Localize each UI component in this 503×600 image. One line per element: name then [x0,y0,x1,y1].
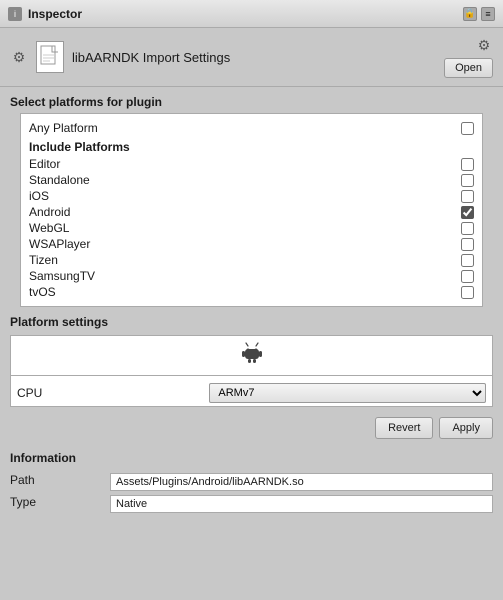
platform-settings-section: Platform settings CPU [0,307,503,411]
menu-icon[interactable]: ≡ [481,7,495,21]
any-platform-row: Any Platform [29,120,474,136]
path-value: Assets/Plugins/Android/libAARNDK.so [110,473,493,491]
cpu-row: CPU ARMv7 ARM64 x86 FAT (ARMv7 + x86) [11,380,492,406]
platform-label-samsungtv: SamsungTV [29,269,95,283]
gear-button[interactable]: ⚙ [10,48,28,66]
platform-label-webgl: WebGL [29,221,69,235]
platform-row-webgl: WebGL [29,220,474,236]
platform-label-wsaplayer: WSAPlayer [29,237,90,251]
platform-checkbox-ios[interactable] [461,190,474,203]
platform-row-wsaplayer: WSAPlayer [29,236,474,252]
type-label: Type [10,493,110,515]
any-platform-label: Any Platform [29,121,98,135]
open-button[interactable]: Open [444,58,493,78]
platform-label-tizen: Tizen [29,253,58,267]
select-platforms-wrapper: Select platforms for plugin Any Platform… [0,87,503,307]
settings-table: CPU ARMv7 ARM64 x86 FAT (ARMv7 + x86) [11,380,492,406]
information-section: Information Path Assets/Plugins/Android/… [0,445,503,521]
platform-label-standalone: Standalone [29,173,90,187]
title-bar-controls: 🔒 ≡ [463,7,495,21]
inspector-icon: i [8,7,22,21]
platform-row-tizen: Tizen [29,252,474,268]
platform-checkbox-editor[interactable] [461,158,474,171]
platform-label-android: Android [29,205,70,219]
info-table: Path Assets/Plugins/Android/libAARNDK.so… [10,471,493,515]
apply-button[interactable]: Apply [439,417,493,439]
android-icon-row [11,336,492,376]
platform-checkbox-tizen[interactable] [461,254,474,267]
platform-checkbox-standalone[interactable] [461,174,474,187]
cpu-label: CPU [11,380,203,406]
platform-label-ios: iOS [29,189,49,203]
platform-row-samsungtv: SamsungTV [29,268,474,284]
path-row: Path Assets/Plugins/Android/libAARNDK.so [10,471,493,493]
platform-row-standalone: Standalone [29,172,474,188]
platform-checkbox-wsaplayer[interactable] [461,238,474,251]
platform-checkbox-webgl[interactable] [461,222,474,235]
cpu-select[interactable]: ARMv7 ARM64 x86 FAT (ARMv7 + x86) [209,383,486,403]
platforms-section: Any Platform Include Platforms Editor St… [20,113,483,307]
platform-row-editor: Editor [29,156,474,172]
platform-label-editor: Editor [29,157,60,171]
platform-row-ios: iOS [29,188,474,204]
title-bar-text: Inspector [28,7,82,21]
file-header: ⚙ libAARNDK Import Settings ⚙ Open [0,28,503,87]
platform-row-tvos: tvOS [29,284,474,300]
title-bar: i Inspector 🔒 ≡ [0,0,503,28]
platform-label-tvos: tvOS [29,285,56,299]
file-info: libAARNDK Import Settings [36,41,230,73]
file-title: libAARNDK Import Settings [72,50,230,65]
information-title: Information [10,451,493,465]
platform-checkbox-tvos[interactable] [461,286,474,299]
include-platforms-label: Include Platforms [29,140,474,154]
revert-button[interactable]: Revert [375,417,433,439]
platform-settings-title: Platform settings [10,315,493,329]
path-label: Path [10,471,110,493]
file-icon [36,41,64,73]
type-value: Native [110,495,493,513]
any-platform-checkbox[interactable] [461,122,474,135]
platform-row-android: Android [29,204,474,220]
settings-gear-button[interactable]: ⚙ [475,36,493,54]
lock-icon[interactable]: 🔒 [463,7,477,21]
type-row: Type Native [10,493,493,515]
buttons-row: Revert Apply [0,411,503,445]
platform-checkbox-android[interactable] [461,206,474,219]
android-robot-icon [241,342,263,369]
select-platforms-title: Select platforms for plugin [10,95,493,109]
platform-checkbox-samsungtv[interactable] [461,270,474,283]
